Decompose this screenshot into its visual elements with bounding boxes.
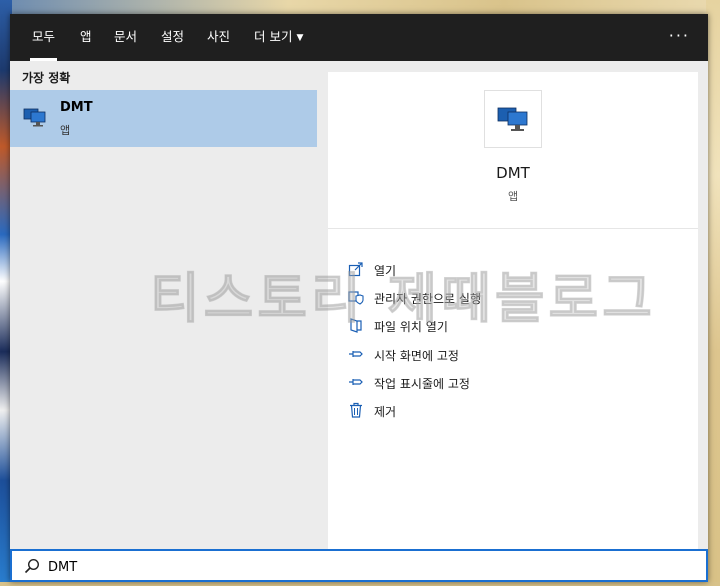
- pin-to-taskbar-action[interactable]: 작업 표시줄에 고정: [348, 372, 678, 394]
- desktop-background-top: [0, 0, 720, 14]
- chevron-down-icon: ▼: [296, 32, 304, 43]
- run-as-admin-action[interactable]: 관리자 권한으로 실행: [348, 287, 678, 309]
- tab-more[interactable]: 더 보기 ▼: [254, 14, 303, 61]
- tab-apps[interactable]: 앱: [80, 14, 92, 61]
- monitor-icon: [497, 107, 528, 131]
- app-name: DMT: [496, 164, 530, 182]
- pin-to-start-label: 시작 화면에 고정: [374, 349, 459, 363]
- run-as-admin-label: 관리자 권한으로 실행: [374, 292, 481, 306]
- uninstall-label: 제거: [374, 405, 397, 419]
- tab-more-label: 더 보기: [254, 29, 293, 44]
- results-list: 가장 정확 DMT 앱: [10, 61, 317, 549]
- app-detail-header: DMT 앱: [328, 72, 698, 229]
- uninstall-action[interactable]: 제거: [348, 400, 678, 422]
- open-file-location-action[interactable]: 파일 위치 열기: [348, 315, 678, 337]
- tab-settings[interactable]: 설정: [161, 14, 184, 61]
- app-detail-pane: DMT 앱 열기 관리자 권한으로 실행 파일 위치 열기 시작 화면에 고정 …: [328, 72, 698, 549]
- open-file-location-label: 파일 위치 열기: [374, 320, 448, 334]
- pin-icon: [349, 351, 363, 357]
- tab-documents[interactable]: 문서: [114, 14, 137, 61]
- filter-tab-bar: 모두 앱 문서 설정 사진 더 보기 ▼ ···: [10, 14, 708, 61]
- open-action[interactable]: 열기: [348, 259, 678, 281]
- open-icon: [348, 262, 363, 277]
- more-options-button[interactable]: ···: [669, 14, 690, 61]
- app-type: 앱: [507, 190, 519, 203]
- trash-icon: [350, 402, 362, 418]
- shield-icon: [348, 291, 364, 305]
- monitor-icon: [23, 108, 46, 127]
- search-icon: [24, 558, 40, 574]
- pin-icon: [349, 379, 363, 385]
- open-label: 열기: [374, 264, 397, 278]
- desktop-background-right: [706, 0, 720, 586]
- desktop-background-bottom: [0, 582, 720, 586]
- best-match-heading: 가장 정확: [22, 71, 71, 85]
- folder-icon: [350, 318, 362, 333]
- tab-photos[interactable]: 사진: [207, 14, 230, 61]
- best-match-result[interactable]: DMT 앱: [10, 90, 317, 147]
- result-name: DMT: [60, 100, 93, 115]
- result-type: 앱: [60, 124, 71, 137]
- tab-all[interactable]: 모두: [29, 14, 58, 61]
- search-box[interactable]: [10, 549, 708, 582]
- search-input[interactable]: [46, 554, 690, 580]
- app-icon-frame: [484, 90, 542, 148]
- search-panel: 모두 앱 문서 설정 사진 더 보기 ▼ ··· 가장 정확 DMT 앱 DMT…: [10, 14, 708, 582]
- pin-to-start-action[interactable]: 시작 화면에 고정: [348, 344, 678, 366]
- pin-to-taskbar-label: 작업 표시줄에 고정: [374, 377, 470, 391]
